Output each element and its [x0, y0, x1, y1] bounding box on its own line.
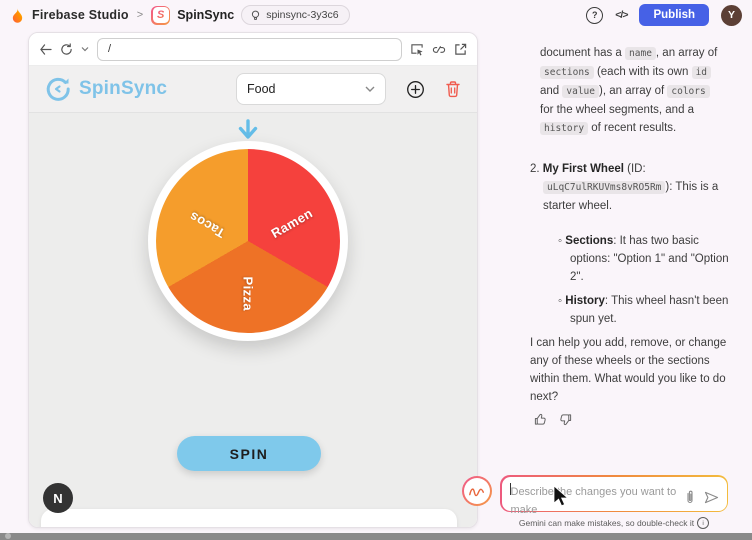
spinsync-app-header: SpinSync Food: [29, 66, 477, 113]
send-icon[interactable]: [704, 491, 719, 504]
message-feedback: [534, 413, 572, 426]
window-bottom-edge: [0, 533, 752, 540]
help-icon[interactable]: ?: [586, 7, 603, 24]
deploy-balloon-icon: [250, 10, 261, 21]
workspace-badge[interactable]: spinsync-3y3c6: [241, 5, 349, 25]
bottom-edge-dot: [5, 533, 11, 539]
firebase-flame-icon: [10, 7, 25, 24]
code-chip: colors: [667, 85, 709, 98]
app-name[interactable]: SpinSync: [177, 8, 234, 22]
chat-sub-bullet: ◦ Sections: It has two basic options: "O…: [558, 232, 735, 286]
code-chip: sections: [540, 66, 594, 79]
list-marker: 2.: [530, 163, 543, 175]
gemini-disclaimer: Gemini can make mistakes, so double-chec…: [500, 517, 728, 529]
workspace-name: spinsync-3y3c6: [266, 9, 338, 21]
link-icon[interactable]: [432, 43, 446, 55]
code-chip: history: [540, 122, 588, 135]
prize-wheel[interactable]: Ramen Pizza Tacos: [148, 141, 348, 341]
brand-title[interactable]: Firebase Studio: [32, 8, 129, 22]
spin-button[interactable]: SPIN: [177, 436, 321, 471]
spinsync-app-icon: S: [151, 6, 170, 25]
chat-message-paragraph: document has a name, an array of section…: [540, 44, 722, 138]
publish-button[interactable]: Publish: [639, 4, 709, 26]
chat-input-border: Describe the changes you want to make: [500, 475, 728, 512]
info-icon[interactable]: i: [697, 517, 709, 529]
preview-url-bar[interactable]: [97, 38, 402, 61]
thumbs-up-icon[interactable]: [534, 413, 547, 426]
inspect-element-icon[interactable]: [410, 43, 424, 56]
spin-arrow-logo-icon: [45, 76, 71, 102]
code-chip: uLqC7ulRKUVms8vRO5Rm: [543, 181, 665, 194]
mouse-cursor: [553, 485, 570, 513]
user-avatar[interactable]: Y: [721, 5, 742, 26]
chevron-down-icon: [365, 86, 375, 92]
refresh-icon[interactable]: [60, 43, 73, 56]
firebase-studio-window: Firebase Studio > S SpinSync spinsync-3y…: [0, 0, 752, 540]
thumbs-down-icon[interactable]: [559, 413, 572, 426]
breadcrumb-separator: >: [137, 9, 143, 21]
code-chip: value: [562, 85, 599, 98]
attach-file-icon[interactable]: [685, 490, 695, 505]
wheel-segment-label: Pizza: [241, 277, 256, 312]
text-caret: [510, 483, 511, 495]
top-bar: Firebase Studio > S SpinSync spinsync-3y…: [0, 0, 752, 30]
collaborator-cursor-badge: N: [43, 483, 73, 513]
code-view-icon[interactable]: </>: [615, 9, 627, 21]
wheel-segments[interactable]: Ramen Pizza Tacos: [156, 149, 340, 333]
gemini-chat-panel: document has a name, an array of section…: [490, 30, 752, 533]
add-wheel-button[interactable]: [406, 80, 425, 99]
preview-toolbar: [29, 33, 477, 66]
chat-sub-bullet: ◦ History: This wheel hasn't been spun y…: [558, 292, 735, 328]
refresh-options-chevron-icon[interactable]: [81, 46, 89, 52]
app-preview-pane: SpinSync Food Ramen Pizza Tacos: [28, 32, 478, 528]
app-logo-title: SpinSync: [79, 78, 167, 100]
wheel-stage: Ramen Pizza Tacos SPIN Customize Wheel F…: [29, 113, 477, 528]
wheel-select-dropdown[interactable]: Food: [236, 73, 386, 105]
top-bar-actions: ? </> Publish Y: [586, 4, 752, 26]
gemini-agent-icon[interactable]: [462, 476, 492, 506]
chat-closing-paragraph: I can help you add, remove, or change an…: [530, 334, 728, 406]
code-chip: id: [692, 66, 711, 79]
chat-list-item-2: 2. My First Wheel (ID: uLqC7ulRKUVms8vRO…: [530, 160, 733, 215]
chat-input-placeholder: Describe the changes you want to make: [511, 486, 677, 516]
url-input[interactable]: [106, 42, 393, 56]
delete-wheel-button[interactable]: [445, 80, 461, 98]
open-in-new-window-icon[interactable]: [454, 43, 467, 56]
code-chip: name: [625, 47, 656, 60]
wheel-segment-label: Ramen: [268, 205, 315, 241]
wheel-segment-label: Tacos: [187, 209, 228, 241]
back-icon[interactable]: [39, 44, 52, 55]
bullet-marker: ◦: [558, 295, 562, 307]
customize-wheel-card: Customize Wheel Food: [41, 509, 457, 528]
spinsync-logo: SpinSync: [45, 76, 226, 102]
customize-wheel-heading: Customize Wheel: [41, 509, 457, 528]
wheel-select-value: Food: [247, 82, 276, 96]
chat-input[interactable]: Describe the changes you want to make: [502, 477, 727, 511]
breadcrumb: Firebase Studio > S SpinSync spinsync-3y…: [0, 5, 586, 25]
bullet-marker: ◦: [558, 235, 562, 247]
